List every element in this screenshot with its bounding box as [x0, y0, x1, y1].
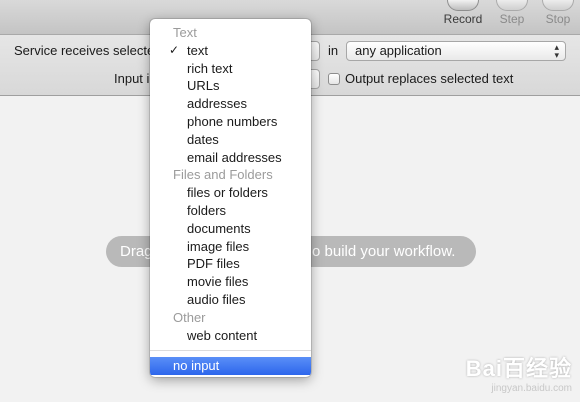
service-receives-label: Service receives selecte — [14, 43, 155, 58]
menu-header-text: Text — [150, 24, 311, 42]
stop-icon — [542, 0, 574, 11]
menu-item-label: files or folders — [187, 185, 268, 201]
stop-label: Stop — [545, 12, 571, 26]
output-replaces-checkbox[interactable] — [328, 73, 340, 85]
menu-item-pdf-files[interactable]: PDF files — [150, 255, 311, 273]
checkmark-icon: ✓ — [169, 42, 180, 57]
menu-item-label: phone numbers — [187, 114, 278, 129]
menu-header-files-folders: Files and Folders — [150, 166, 311, 184]
application-value: any application — [355, 43, 442, 58]
application-popup[interactable]: any application ▴ ▾ — [346, 41, 566, 61]
menu-item-phone-numbers[interactable]: phone numbers — [150, 113, 311, 131]
menu-item-urls[interactable]: URLs — [150, 77, 311, 95]
menu-item-label: URLs — [187, 78, 220, 94]
menu-item-no-input[interactable]: no input — [150, 357, 311, 375]
menu-item-label: addresses — [187, 96, 247, 112]
menu-header-other: Other — [150, 309, 311, 327]
hint-right-text: o build your workflow. — [312, 243, 456, 260]
menu-item-email-addresses[interactable]: email addresses — [150, 149, 311, 167]
menu-item-label: movie files — [187, 274, 249, 290]
menu-item-label: web content — [187, 327, 258, 343]
watermark-logo: Bai百经验 — [465, 356, 572, 381]
menu-item-label: folders — [187, 203, 227, 218]
menu-header-label: Files and Folders — [173, 167, 273, 183]
menu-item-label: audio files — [187, 292, 246, 307]
menu-item-folders[interactable]: folders — [150, 202, 311, 220]
menu-item-text[interactable]: ✓ text — [150, 42, 311, 60]
step-icon — [496, 0, 528, 11]
menu-item-audio-files[interactable]: audio files — [150, 291, 311, 309]
menu-item-web-content[interactable]: web content — [150, 327, 311, 345]
input-type-menu: Text ✓ text rich text URLs addresses pho… — [150, 19, 311, 377]
watermark-url: jingyan.baidu.com — [491, 383, 572, 394]
menu-separator — [150, 350, 311, 351]
record-icon — [447, 0, 479, 11]
menu-item-dates[interactable]: dates — [150, 131, 311, 149]
menu-item-label: documents — [187, 220, 251, 236]
menu-item-label: rich text — [187, 60, 233, 76]
in-label: in — [328, 43, 339, 58]
menu-item-rich-text[interactable]: rich text — [150, 60, 311, 78]
menu-item-movie-files[interactable]: movie files — [150, 273, 311, 291]
menu-header-label: Other — [173, 309, 206, 325]
menu-item-label: PDF files — [187, 256, 240, 272]
stop-button[interactable]: Stop — [528, 0, 580, 26]
hint-left-text: Drag — [120, 243, 153, 260]
baidu-watermark: Bai百经验 jingyan.baidu.com — [466, 351, 572, 394]
chevron-updown-icon: ▴ ▾ — [554, 42, 559, 60]
menu-item-label: email addresses — [187, 149, 282, 165]
menu-item-label: image files — [187, 238, 250, 254]
input-is-label: Input i — [114, 71, 150, 86]
menu-item-documents[interactable]: documents — [150, 220, 311, 238]
menu-item-label: text — [187, 42, 208, 58]
menu-item-label: dates — [187, 131, 219, 147]
output-replaces-label: Output replaces selected text — [345, 71, 514, 86]
menu-item-addresses[interactable]: addresses — [150, 95, 311, 113]
menu-item-image-files[interactable]: image files — [150, 238, 311, 256]
menu-item-label: no input — [173, 358, 220, 373]
menu-item-files-or-folders[interactable]: files or folders — [150, 184, 311, 202]
menu-header-label: Text — [173, 25, 197, 40]
